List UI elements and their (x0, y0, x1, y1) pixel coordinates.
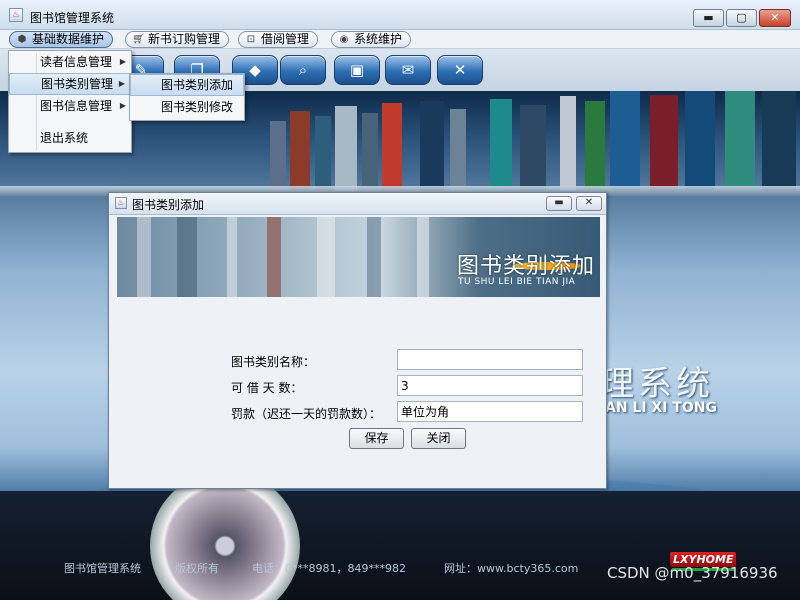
footer-band (0, 491, 800, 600)
menu-borrow[interactable]: ⊡ 借阅管理 (238, 31, 319, 48)
close-dialog-button[interactable]: 关闭 (411, 428, 466, 449)
fine-input[interactable] (397, 401, 583, 422)
main-window-titlebar: ♨ 图书馆管理系统 ▬ ▢ ✕ (0, 0, 800, 30)
submenu-arrow-icon: ▶ (119, 101, 126, 110)
footer-phone: 电话：8***8981，849***982 (252, 562, 406, 575)
exit-icon[interactable]: ✕ (437, 55, 483, 85)
menu-label: 系统维护 (354, 32, 403, 46)
banner-pinyin: TU SHU LEI BIE TIAN JIA (458, 277, 576, 287)
card-icon[interactable]: ✉ (385, 55, 431, 85)
java-app-icon: ♨ (9, 8, 23, 22)
minimize-button[interactable]: ▬ (693, 9, 724, 27)
monitor-icon[interactable]: ▣ (334, 55, 380, 85)
borrow-days-label: 可 借 天 数： (231, 381, 303, 395)
menu-label: 借阅管理 (261, 32, 310, 46)
maximize-button[interactable]: ▢ (726, 9, 757, 27)
menu-item-edit-category[interactable]: 图书类别修改 (130, 96, 244, 118)
cart-icon: 🛒︎ (132, 34, 145, 45)
fine-label: 罚款（迟还一天的罚款数）： (231, 407, 382, 421)
add-category-dialog: ♨ 图书类别添加 ▬ ✕ 图书类别添加 TU SHU LEI BIE TIAN … (108, 192, 607, 489)
submenu-arrow-icon: ▶ (119, 57, 126, 66)
dialog-close-button[interactable]: ✕ (576, 196, 602, 211)
menu-item-exit[interactable]: 退出系统 (9, 127, 131, 149)
menu-item-book-category[interactable]: 图书类别管理 ▶ (9, 73, 131, 95)
menu-basic-data[interactable]: ⬢ 基础数据维护 (9, 31, 114, 48)
menu-label: 基础数据维护 (32, 32, 105, 46)
menu-system-maintenance[interactable]: ◉ 系统维护 (331, 31, 412, 48)
category-name-input[interactable] (397, 349, 583, 370)
menubar: ⬢ 基础数据维护 🛒︎ 新书订购管理 ⊡ 借阅管理 ◉ 系统维护 (0, 30, 800, 49)
menu-separator (9, 117, 131, 127)
menu-item-book-info[interactable]: 图书信息管理 ▶ (9, 95, 131, 117)
background-pinyin: AN LI XI TONG (605, 400, 717, 416)
category-name-label: 图书类别名称： (231, 355, 316, 369)
close-button[interactable]: ✕ (759, 9, 791, 27)
csdn-watermark: CSDN @m0_37916936 (607, 564, 778, 582)
menu-item-add-category[interactable]: 图书类别添加 (130, 74, 244, 96)
save-button[interactable]: 保存 (349, 428, 404, 449)
disc-icon: ◉ (339, 34, 349, 45)
footer-website: 网址：www.bcty365.com (444, 562, 579, 575)
search-icon[interactable]: ⌕ (280, 55, 326, 85)
dialog-title: 图书类别添加 (132, 198, 205, 212)
background-title: 理系统 (600, 364, 714, 404)
menu-new-book-order[interactable]: 🛒︎ 新书订购管理 (125, 31, 230, 48)
menu-item-reader-info[interactable]: 读者信息管理 ▶ (9, 51, 131, 73)
dialog-minimize-button[interactable]: ▬ (546, 196, 572, 211)
basic-data-dropdown: 读者信息管理 ▶ 图书类别管理 ▶ 图书信息管理 ▶ 退出系统 (8, 50, 132, 153)
borrow-days-input[interactable] (397, 375, 583, 396)
category-form: 图书类别名称： 可 借 天 数： 罚款（迟还一天的罚款数）： 保存 关闭 (117, 297, 600, 482)
banner-title: 图书类别添加 (457, 254, 596, 279)
menu-label: 新书订购管理 (148, 32, 221, 46)
footer-system-name: 图书馆管理系统 (64, 562, 141, 575)
dialog-titlebar[interactable]: ♨ 图书类别添加 ▬ ✕ (109, 193, 606, 215)
dialog-banner: 图书类别添加 TU SHU LEI BIE TIAN JIA (117, 217, 600, 297)
book-category-submenu: 图书类别添加 图书类别修改 (129, 73, 245, 121)
submenu-arrow-icon: ▶ (118, 79, 125, 88)
window-title: 图书馆管理系统 (30, 11, 115, 25)
footer-copyright: 版权所有 (175, 562, 219, 575)
cube-icon: ⬢ (17, 34, 27, 45)
java-app-icon: ♨ (115, 197, 127, 209)
lock-icon: ⊡ (246, 34, 256, 45)
